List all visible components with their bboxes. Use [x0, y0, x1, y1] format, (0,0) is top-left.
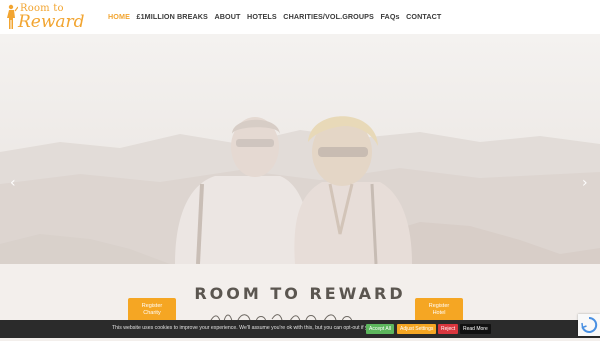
- register-charity-line1: Register: [141, 303, 163, 309]
- page-title: ROOM TO REWARD: [194, 284, 406, 303]
- nav-item-faqs[interactable]: FAQs: [380, 12, 399, 24]
- adjust-settings-button[interactable]: Adjust Settings: [397, 324, 437, 334]
- nav-item-about[interactable]: ABOUT: [214, 12, 240, 24]
- site-header: Room to Reward HOME £1MILLION BREAKS ABO…: [0, 0, 600, 34]
- cookie-consent-bar: This website uses cookies to improve you…: [0, 320, 600, 338]
- site-logo[interactable]: Room to Reward: [6, 3, 85, 32]
- register-hotel-line1: Register: [428, 303, 450, 309]
- cookie-message: This website uses cookies to improve you…: [112, 325, 387, 331]
- logo-text-line2: Reward: [18, 12, 85, 32]
- slider-next-icon[interactable]: ›: [582, 175, 588, 191]
- nav-item-contact[interactable]: CONTACT: [406, 12, 441, 24]
- slider-prev-icon[interactable]: ‹: [10, 175, 16, 191]
- register-charity-button[interactable]: Register Charity: [128, 298, 176, 322]
- reject-button[interactable]: Reject: [438, 324, 459, 334]
- nav-item-million-breaks[interactable]: £1MILLION BREAKS: [136, 12, 208, 24]
- read-more-button[interactable]: Read More: [460, 324, 491, 334]
- accept-all-button[interactable]: Accept All: [366, 324, 394, 334]
- recaptcha-badge[interactable]: [578, 314, 600, 336]
- hero-slider: ‹ ›: [0, 34, 600, 264]
- hero-photo: [0, 34, 600, 264]
- register-hotel-button[interactable]: Register Hotel: [415, 298, 463, 322]
- nav-item-hotels[interactable]: HOTELS: [247, 12, 277, 24]
- recaptcha-icon: [581, 316, 598, 333]
- main-nav: HOME £1MILLION BREAKS ABOUT HOTELS CHARI…: [108, 12, 448, 24]
- register-charity-line2: Charity: [143, 310, 161, 316]
- register-hotel-line2: Hotel: [432, 310, 446, 316]
- nav-item-charities[interactable]: CHARITIES/VOL.GROUPS: [283, 12, 374, 24]
- nav-item-home[interactable]: HOME: [108, 12, 130, 24]
- person-silhouette-icon: [7, 4, 18, 29]
